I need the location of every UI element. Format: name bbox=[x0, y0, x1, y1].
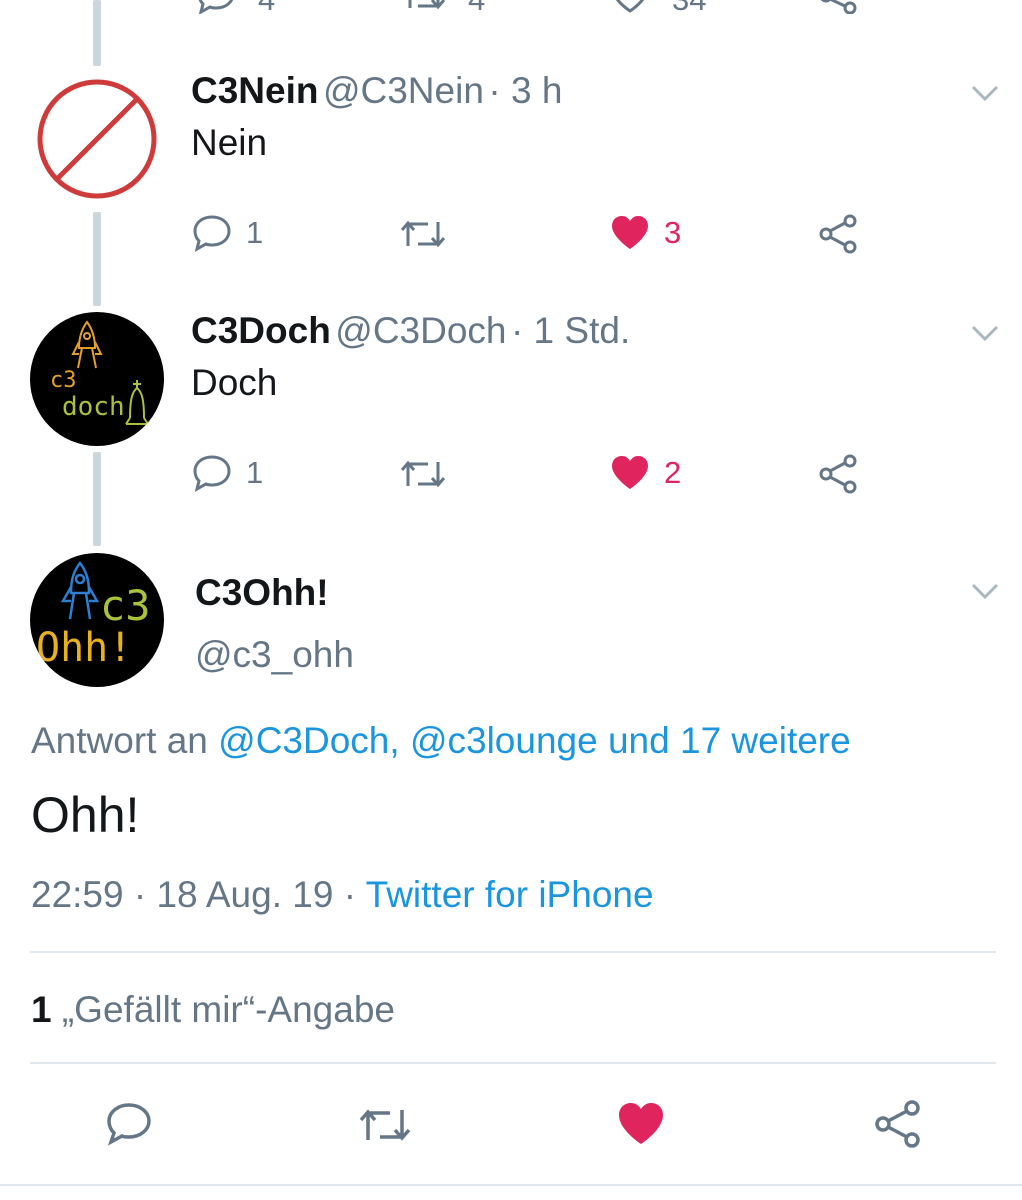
partial-action-row: 4 4 34 bbox=[0, 0, 1022, 14]
retweet-button[interactable] bbox=[398, 216, 448, 252]
divider bbox=[30, 1062, 996, 1064]
reply-count: 1 bbox=[246, 215, 264, 250]
reply-mentions-link[interactable]: @C3Doch, @c3lounge und 17 weitere bbox=[218, 720, 851, 761]
thread-connector bbox=[93, 212, 101, 306]
tweet-header: C3Doch @C3Doch · 1 Std. bbox=[191, 310, 630, 352]
display-name[interactable]: C3Doch bbox=[191, 310, 331, 351]
user-handle[interactable]: @C3Doch bbox=[335, 310, 506, 351]
tweet-timestamp: 22:59 · 18 Aug. 19 · bbox=[31, 874, 357, 915]
user-handle[interactable]: @C3Nein bbox=[323, 70, 484, 111]
retweet-button[interactable] bbox=[398, 456, 448, 492]
share-button[interactable] bbox=[818, 454, 860, 494]
chevron-down-icon[interactable] bbox=[970, 84, 1000, 102]
reply-prefix: Antwort an bbox=[31, 720, 208, 761]
share-icon[interactable] bbox=[874, 1100, 922, 1148]
reply-icon[interactable] bbox=[106, 1102, 152, 1146]
heart-filled-icon[interactable] bbox=[617, 1102, 665, 1146]
tweet-time: · 3 h bbox=[488, 70, 563, 111]
source-link[interactable]: Twitter for iPhone bbox=[366, 874, 654, 915]
avatar[interactable] bbox=[30, 72, 164, 206]
like-count: 34 bbox=[672, 0, 706, 14]
reply-icon bbox=[193, 215, 231, 252]
tweet-meta: 22:59 · 18 Aug. 19 · Twitter for iPhone bbox=[31, 874, 654, 916]
reply-button[interactable]: 1 bbox=[192, 454, 263, 492]
thread-connector bbox=[93, 0, 101, 66]
tweet-text: Nein bbox=[191, 122, 268, 163]
avatar[interactable]: c3 doch bbox=[30, 312, 164, 446]
user-handle[interactable]: @c3_ohh bbox=[195, 634, 354, 676]
retweet-count: 4 bbox=[468, 0, 485, 14]
chevron-down-icon[interactable] bbox=[970, 324, 1000, 342]
display-name[interactable]: C3Ohh! bbox=[195, 572, 329, 614]
divider bbox=[30, 951, 996, 953]
main-tweet-text: Ohh! bbox=[31, 787, 140, 843]
like-count: 3 bbox=[664, 215, 682, 250]
reply-icon[interactable] bbox=[196, 0, 236, 14]
like-button[interactable]: 3 bbox=[610, 215, 681, 251]
no-sign-icon bbox=[37, 79, 157, 199]
retweet-icon[interactable] bbox=[356, 1104, 414, 1146]
retweet-icon bbox=[400, 460, 446, 488]
thread-connector bbox=[93, 452, 101, 546]
reply-button[interactable]: 1 bbox=[192, 214, 263, 252]
heart-filled-icon bbox=[612, 216, 648, 249]
rocket-icon bbox=[71, 320, 103, 369]
likes-summary[interactable]: 1 „Gefällt mir“-Angabe bbox=[31, 989, 395, 1031]
tweet-header: C3Nein @C3Nein · 3 h bbox=[191, 70, 562, 112]
avatar-label-bottom: Ohh! bbox=[36, 625, 133, 671]
avatar-label-bottom: doch bbox=[62, 392, 125, 422]
avatar-label-top: c3 bbox=[50, 368, 77, 393]
tower-icon bbox=[125, 380, 149, 425]
share-icon[interactable] bbox=[818, 0, 860, 14]
display-name[interactable]: C3Nein bbox=[191, 70, 318, 111]
share-icon bbox=[819, 214, 857, 254]
reply-icon bbox=[193, 455, 231, 492]
divider bbox=[0, 1184, 1022, 1186]
avatar[interactable]: c3 Ohh! bbox=[30, 553, 164, 687]
avatar-label-top: c3 bbox=[100, 581, 151, 630]
heart-outline-icon[interactable] bbox=[610, 0, 650, 14]
tweet-time: · 1 Std. bbox=[510, 310, 631, 351]
like-button[interactable]: 2 bbox=[610, 455, 681, 491]
tweet-text: Doch bbox=[191, 362, 278, 403]
likes-label: „Gefällt mir“-Angabe bbox=[61, 989, 395, 1030]
share-icon bbox=[819, 454, 857, 494]
rocket-icon bbox=[60, 561, 100, 620]
retweet-icon bbox=[400, 220, 446, 248]
retweet-icon[interactable] bbox=[400, 0, 448, 14]
heart-filled-icon bbox=[612, 456, 648, 489]
reply-count: 4 bbox=[258, 0, 275, 14]
like-count: 2 bbox=[664, 455, 682, 490]
reply-context: Antwort an @C3Doch, @c3lounge und 17 wei… bbox=[31, 720, 851, 762]
reply-count: 1 bbox=[246, 455, 264, 490]
chevron-down-icon[interactable] bbox=[970, 582, 1000, 600]
likes-count: 1 bbox=[31, 989, 52, 1030]
share-button[interactable] bbox=[818, 214, 860, 254]
